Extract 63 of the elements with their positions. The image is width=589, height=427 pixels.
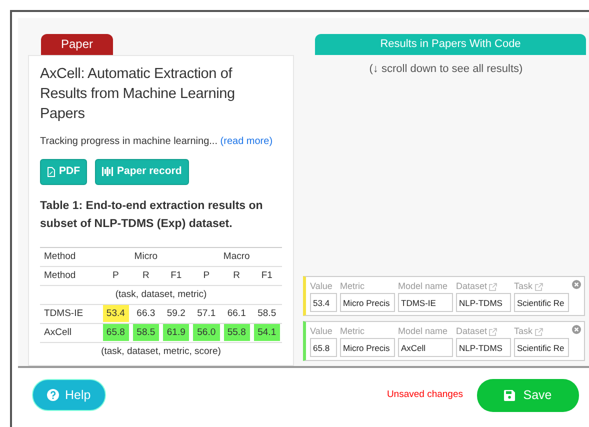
table-header: P [100, 266, 131, 286]
field-label: Value [310, 280, 332, 293]
close-icon[interactable] [572, 280, 581, 289]
table-header: R [222, 266, 252, 286]
external-link-icon [489, 328, 498, 336]
table-cell: 55.8 [224, 324, 250, 342]
table-cell: 54.1 [254, 324, 280, 342]
table-cell-text: 58.5 [256, 307, 278, 322]
table-cell: AxCell [40, 323, 101, 342]
field-label: Task [514, 280, 533, 293]
field-label: Model name [398, 325, 448, 338]
table-header: F1 [161, 266, 192, 286]
table-cell-text: 59.2 [166, 307, 186, 322]
input-field[interactable]: TDMS-IE [398, 293, 453, 312]
field-label: Model name [398, 280, 448, 293]
table-cell-text: 66.1 [226, 307, 247, 322]
bars-icon [102, 167, 113, 176]
close-icon[interactable] [572, 325, 581, 334]
table-cell: 56.0 [193, 324, 220, 342]
file-icon [47, 166, 55, 177]
field-label: Dataset [456, 325, 488, 338]
table-header: P [191, 266, 222, 286]
input-field[interactable]: Scientific Re [514, 293, 569, 312]
input-field[interactable]: AxCell [398, 338, 453, 357]
help-icon [47, 389, 59, 401]
table-cell: (task, dataset, metric) [40, 285, 282, 304]
input-field[interactable]: 53.4 [310, 293, 337, 312]
unsaved-status: Unsaved changes [386, 388, 463, 402]
table-cell: 61.9 [163, 324, 190, 342]
table-caption: Table 1: End-to-end extraction results on subset of NLP-TDMS (Exp) dataset. [40, 198, 264, 232]
scroll-hint: (↓ scroll down to see all results) [368, 62, 524, 77]
table-cell-text: 66.3 [136, 307, 156, 322]
table-cell: 53.4 [102, 305, 129, 322]
input-field[interactable]: Scientific Re [514, 338, 569, 357]
table-cell-text: 57.1 [196, 307, 217, 322]
field-label: Value [310, 325, 332, 338]
external-link-icon [534, 328, 543, 336]
abstract-text: Tracking progress in machine learning... (read more) [40, 135, 274, 149]
save-icon [504, 390, 516, 400]
table-cell: 65.8 [102, 324, 129, 342]
table-cell: (task, dataset, metric, score) [40, 342, 282, 362]
field-label: Dataset [456, 280, 488, 293]
table-header: Method [40, 266, 101, 286]
input-field[interactable]: NLP-TDMS [456, 338, 511, 357]
input-field[interactable]: NLP-TDMS [456, 293, 511, 312]
paper-title: AxCell: Automatic Extraction of Results from Machine Learning Papers [40, 65, 236, 124]
field-label: Metric [340, 280, 364, 293]
external-link-icon [534, 282, 543, 290]
table-header: Micro [100, 247, 192, 266]
input-field[interactable]: Micro Precis [340, 338, 395, 357]
table-header: Method [40, 247, 101, 266]
read-more-link[interactable]: (read more) [220, 136, 273, 147]
field-label: Metric [340, 325, 364, 338]
input-field[interactable]: 65.8 [310, 338, 337, 357]
field-label: Task [514, 325, 533, 338]
table-header: F1 [252, 266, 282, 286]
paper-tab[interactable]: Paper [41, 34, 113, 55]
input-field[interactable]: Micro Precis [340, 293, 395, 312]
table-header: R [130, 266, 162, 286]
table-cell: TDMS-IE [40, 304, 101, 324]
table-cell: 58.5 [132, 324, 160, 342]
table-header: Macro [191, 247, 282, 266]
external-link-icon [489, 282, 498, 290]
